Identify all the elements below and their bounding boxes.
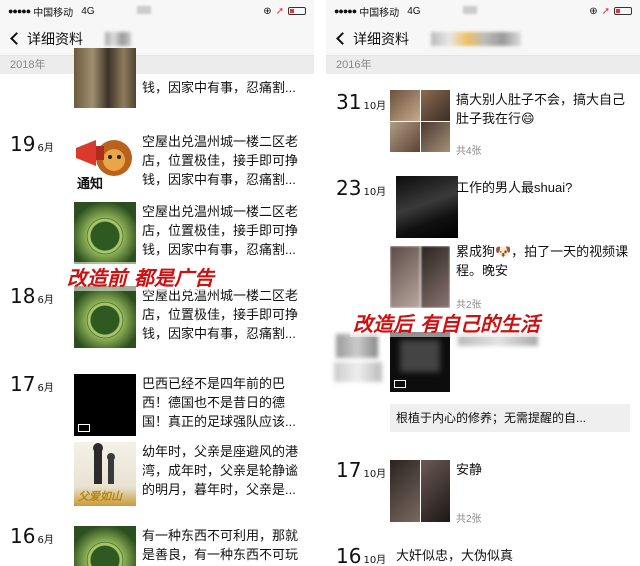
time-blurred xyxy=(107,5,264,17)
post-date: 16 6月 xyxy=(10,524,54,548)
post-date: 17 10月 xyxy=(336,458,387,482)
panel-gap xyxy=(314,0,326,566)
photo-grid-thumbnail[interactable] xyxy=(390,460,450,522)
contact-name-blurred xyxy=(431,31,521,46)
bridge-photo-thumbnail[interactable] xyxy=(74,202,136,264)
photo-count: 共4张 xyxy=(456,146,482,157)
network-label: 4G xyxy=(81,5,95,17)
annotation-before: 改造前 都是广告 xyxy=(64,262,217,291)
photo-grid-thumbnail[interactable] xyxy=(390,246,450,308)
text-blurred xyxy=(334,362,382,382)
battery-icon xyxy=(614,7,632,15)
post-text[interactable]: 有一种东西不可利用，那就是善良，有一种东西不可玩 xyxy=(142,526,306,564)
video-thumbnail[interactable] xyxy=(390,332,450,392)
contact-name-blurred xyxy=(105,31,131,46)
phone-before: ●●●●● 中国移动 4G ⊕ ➚ 详细资料 2018年 钱，因家中有事，忍痛割… xyxy=(0,0,314,566)
shared-link-card[interactable]: 根植于内心的修养；无需提醒的自... xyxy=(390,404,630,432)
post-date: 23 10月 xyxy=(336,176,387,200)
notice-lion-thumbnail[interactable]: 通知 xyxy=(74,130,136,194)
carrier-label: 中国移动 xyxy=(359,7,400,19)
post-text[interactable]: 安静 xyxy=(456,460,632,479)
moments-feed[interactable]: 31 10月 搞大别人肚子不会，搞大自己肚子我在行😄 共4张 23 10月 工作的男… xyxy=(326,74,640,566)
post-text[interactable]: 空屋出兑温州城一楼二区老店，位置极佳，接手即可挣钱，因家中有事，忍痛割... xyxy=(142,286,306,343)
nav-bar: 详细资料 xyxy=(326,22,640,56)
photo-count: 共2张 xyxy=(456,514,482,525)
location-icon: ➚ xyxy=(601,5,610,17)
post-text[interactable]: 空屋出兑温州城一楼二区老店，位置极佳，接手即可挣钱，因家中有事，忍痛割... xyxy=(142,202,306,259)
lock-rotation-icon: ⊕ xyxy=(589,5,598,17)
post-date: 19 6月 xyxy=(10,132,54,156)
back-label: 详细资料 xyxy=(353,30,409,47)
chevron-left-icon xyxy=(336,32,349,45)
post-text[interactable]: 工作的男人最shuai? xyxy=(456,178,632,197)
post-text[interactable]: 大奸似忠，大伪似真 xyxy=(396,546,626,565)
year-header: 2016年 xyxy=(326,56,640,74)
post-text[interactable]: 空屋出兑温州城一楼二区老店，位置极佳，接手即可挣钱，因家中有事，忍痛割... xyxy=(142,132,306,189)
bridge-photo-thumbnail[interactable] xyxy=(74,526,136,566)
battery-icon xyxy=(288,7,306,15)
signal-icon: ●●●●● xyxy=(334,6,357,16)
notice-label: 通知 xyxy=(77,176,104,191)
carrier-label: 中国移动 xyxy=(33,7,74,19)
post-text[interactable]: 搞大别人肚子不会，搞大自己肚子我在行😄 xyxy=(456,90,632,128)
network-label: 4G xyxy=(407,5,421,17)
poster-thumbnail[interactable]: 父爱如山 xyxy=(74,442,136,506)
video-thumbnail[interactable] xyxy=(74,374,136,436)
post-text[interactable]: 累成狗🐶，拍了一天的视频课程。晚安 xyxy=(456,242,632,280)
signal-icon: ●●●●● xyxy=(8,6,31,16)
bridge-photo-thumbnail[interactable] xyxy=(74,286,136,348)
lock-rotation-icon: ⊕ xyxy=(263,5,272,17)
phone-after: ●●●●● 中国移动 4G ⊕ ➚ 详细资料 2016年 31 10月 搞大别人肚… xyxy=(326,0,640,566)
annotation-after: 改造后 有自己的生活 xyxy=(350,308,543,337)
nav-bar: 详细资料 xyxy=(0,22,314,56)
post-text[interactable]: 巴西已经不是四年前的巴西！德国也不是昔日的德国！真正的足球强队应该... xyxy=(142,374,306,431)
chevron-left-icon xyxy=(10,32,23,45)
post-text[interactable]: 幼年时，父亲是座避风的港湾，成年时，父亲是轮静谧的明月，暮年时，父亲是... xyxy=(142,442,306,499)
back-button[interactable]: 详细资料 xyxy=(10,29,83,49)
date-blurred xyxy=(336,334,378,358)
location-icon: ➚ xyxy=(275,5,284,17)
status-bar: ●●●●● 中国移动 4G ⊕ ➚ xyxy=(0,0,314,22)
back-label: 详细资料 xyxy=(27,30,83,47)
video-icon xyxy=(394,380,406,388)
post-date: 31 10月 xyxy=(336,90,387,114)
poster-title: 父爱如山 xyxy=(78,491,122,503)
photo-thumbnail[interactable] xyxy=(396,176,458,238)
post-date: 16 10月 xyxy=(336,544,387,566)
post-date: 17 6月 xyxy=(10,372,54,396)
post-date: 18 6月 xyxy=(10,284,54,308)
year-header: 2018年 xyxy=(0,56,314,74)
time-blurred xyxy=(433,5,590,17)
moments-feed[interactable]: 钱，因家中有事，忍痛割... 19 6月 通知 空屋出兑温州城一楼二区老店，位置极… xyxy=(0,48,314,566)
post-text[interactable]: 钱，因家中有事，忍痛割... xyxy=(142,78,302,97)
post-thumbnail[interactable] xyxy=(74,48,136,108)
back-button[interactable]: 详细资料 xyxy=(336,29,409,49)
status-bar: ●●●●● 中国移动 4G ⊕ ➚ xyxy=(326,0,640,22)
photo-grid-thumbnail[interactable] xyxy=(390,90,450,152)
video-icon xyxy=(78,424,90,432)
